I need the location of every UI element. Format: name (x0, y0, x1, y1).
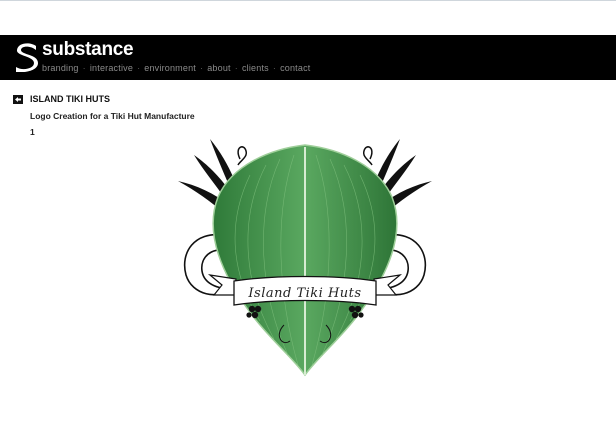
nav-separator: · (137, 63, 141, 73)
nav-item-environment[interactable]: environment (144, 63, 196, 73)
island-tiki-huts-logo-image: Island Tiki Huts (178, 139, 432, 377)
curl-right (362, 146, 373, 166)
nav-item-interactive[interactable]: interactive (90, 63, 133, 73)
page-number[interactable]: 1 (30, 127, 35, 137)
site-header: substance branding · interactive · envir… (0, 35, 616, 80)
nav-separator: · (82, 63, 86, 73)
top-divider (0, 0, 616, 1)
nav-item-clients[interactable]: clients (242, 63, 269, 73)
nav-separator: · (234, 63, 238, 73)
nav-item-branding[interactable]: branding (42, 63, 79, 73)
back-arrow-icon[interactable] (13, 95, 23, 104)
substance-logo-icon[interactable] (14, 42, 38, 72)
brand-name[interactable]: substance (42, 39, 134, 61)
project-title: ISLAND TIKI HUTS (30, 94, 110, 104)
nav-item-about[interactable]: about (207, 63, 231, 73)
curl-left (237, 146, 248, 166)
banner-text: Island Tiki Huts (247, 286, 361, 301)
nav-separator: · (200, 63, 204, 73)
nav-separator: · (272, 63, 277, 73)
project-subtitle: Logo Creation for a Tiki Hut Manufacture (30, 111, 195, 121)
main-nav: branding · interactive · environment · a… (42, 63, 310, 73)
nav-item-contact[interactable]: contact (280, 63, 310, 73)
